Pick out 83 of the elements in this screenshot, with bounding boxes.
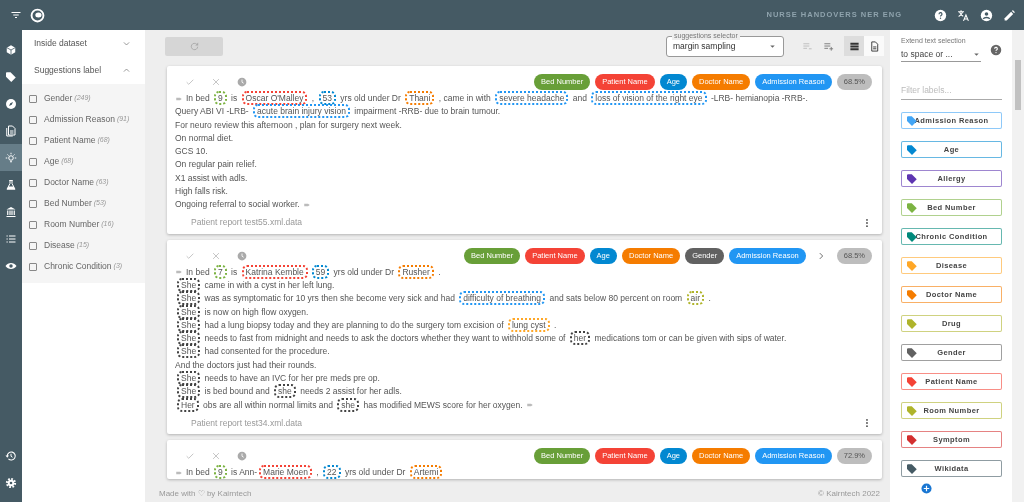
- option-label: Gender: [44, 92, 73, 105]
- text-fragment: and: [571, 93, 588, 103]
- entity-annotation[interactable]: she: [337, 397, 360, 412]
- text-fragment: and sats below 80 percent on room: [548, 293, 684, 304]
- text-fragment: has modified MEWS score for her oxygen.: [362, 399, 523, 410]
- option-label: Patient Name: [44, 134, 96, 147]
- text-fragment: impairment -RRB- due to brain tumour.: [353, 106, 501, 117]
- entity-annotation[interactable]: Rusher: [398, 264, 434, 279]
- footer-text: Made with ♡ by Kairntech: [159, 487, 252, 500]
- option-label: Chronic Condition: [44, 260, 112, 273]
- entity-annotation[interactable]: She: [177, 277, 201, 292]
- text-fragment: Query ABI VI -LRB-: [175, 106, 250, 117]
- text-line: Ongoing referral to social worker.: [175, 199, 300, 210]
- option-label: Bed Number: [44, 197, 92, 210]
- document-source: Patient report test55.xml.data: [191, 216, 303, 230]
- entity-annotation[interactable]: difficulty of breathing: [459, 291, 546, 306]
- option-label: Age: [44, 155, 60, 168]
- copyright-text: © Kairntech 2022: [818, 487, 880, 500]
- entity-annotation[interactable]: 9: [214, 464, 227, 479]
- entity-annotation[interactable]: She: [177, 344, 201, 359]
- entity-annotation[interactable]: 7: [214, 264, 227, 279]
- text-fragment: .: [707, 293, 711, 304]
- text-fragment: yrs old under Dr: [339, 93, 402, 103]
- text-fragment: .: [552, 319, 557, 330]
- text-fragment: was as symptomatic for 10 yrs then she become very sick and had: [203, 293, 456, 304]
- entity-annotation[interactable]: acute brain injury vision: [253, 104, 350, 119]
- text-line: GCS 10.: [175, 146, 208, 157]
- text-line: On normal diet.: [175, 132, 234, 143]
- option-label: Room Number: [44, 218, 100, 231]
- text-fragment: needs to fast from midnight and needs to ask the doctors whether they want to withhold some of: [203, 333, 567, 344]
- text-fragment: is: [230, 266, 239, 277]
- text-fragment: is bed bound and: [203, 386, 271, 397]
- text-fragment: In bed: [186, 466, 211, 477]
- entity-annotation[interactable]: Katrina Kemble: [241, 264, 308, 279]
- text-fragment: medications tom or can be given with sips of water.: [593, 333, 787, 344]
- entity-annotation[interactable]: Marie Moen: [259, 464, 312, 479]
- text-fragment: yrs old under Dr: [332, 266, 396, 277]
- entity-annotation[interactable]: 9: [214, 91, 227, 105]
- entity-annotation[interactable]: She: [177, 304, 201, 319]
- text-fragment: obs are all within normal limits and: [202, 399, 334, 410]
- text-fragment: is Ann-: [230, 466, 258, 477]
- entity-annotation[interactable]: Her: [177, 397, 199, 412]
- entity-annotation[interactable]: 59: [311, 264, 330, 279]
- text-fragment: In bed: [186, 93, 211, 103]
- text-line: High falls risk.: [175, 186, 228, 197]
- text-line: X1 assist with adls.: [175, 172, 248, 183]
- document-source: Patient report test34.xml.data: [191, 416, 303, 430]
- entity-annotation[interactable]: She: [177, 317, 201, 332]
- text-fragment: , came in with: [437, 93, 492, 103]
- entity-annotation[interactable]: Thani: [405, 91, 435, 105]
- text-fragment: yrs old under Dr: [343, 466, 407, 477]
- text-fragment: had a lung biopsy today and they are planning to do the surgery tom excision of: [203, 319, 505, 330]
- text-fragment: came in with a cyst in her left lung.: [203, 279, 335, 290]
- entity-annotation[interactable]: lung cyst: [507, 317, 550, 332]
- entity-annotation[interactable]: She: [177, 291, 201, 306]
- entity-annotation[interactable]: She: [177, 331, 201, 346]
- option-label: Disease: [44, 239, 75, 252]
- text-line: And the doctors just had their rounds.: [175, 359, 317, 370]
- entity-annotation[interactable]: She: [177, 384, 201, 399]
- text-fragment: needs to have an IVC for her pre meds pre op.: [203, 373, 380, 384]
- text-fragment: ,: [315, 466, 320, 477]
- option-label: Admission Reason: [44, 113, 115, 126]
- option-label: Doctor Name: [44, 176, 95, 189]
- entity-annotation[interactable]: Artemi: [409, 464, 443, 479]
- text-fragment: needs 2 assist for her adls.: [299, 386, 402, 397]
- entity-annotation[interactable]: She: [177, 371, 201, 386]
- text-fragment: is: [230, 93, 239, 103]
- text-fragment: -LRB- hemianopia -RRB-.: [709, 93, 808, 103]
- entity-annotation[interactable]: severe headache: [495, 91, 569, 105]
- text-fragment: is now on high flow oxygen.: [203, 306, 309, 317]
- text-fragment: In bed: [186, 266, 211, 277]
- entity-annotation[interactable]: her: [569, 331, 591, 346]
- entity-annotation[interactable]: Oscar O'Malley: [241, 91, 308, 105]
- text-line: On regular pain relief.: [175, 159, 257, 170]
- text-fragment: .: [437, 266, 441, 277]
- entity-annotation[interactable]: loss of vision of the right eye: [591, 91, 707, 105]
- entity-annotation[interactable]: 22: [323, 464, 341, 479]
- entity-annotation[interactable]: air: [686, 291, 704, 306]
- text-line: For neuro review this afternoon , plan for surgery next week.: [175, 119, 402, 130]
- entity-annotation[interactable]: she: [274, 384, 296, 399]
- text-fragment: ,: [310, 93, 316, 103]
- entity-annotation[interactable]: 53: [318, 91, 336, 105]
- text-fragment: had consented for the procedure.: [203, 346, 330, 357]
